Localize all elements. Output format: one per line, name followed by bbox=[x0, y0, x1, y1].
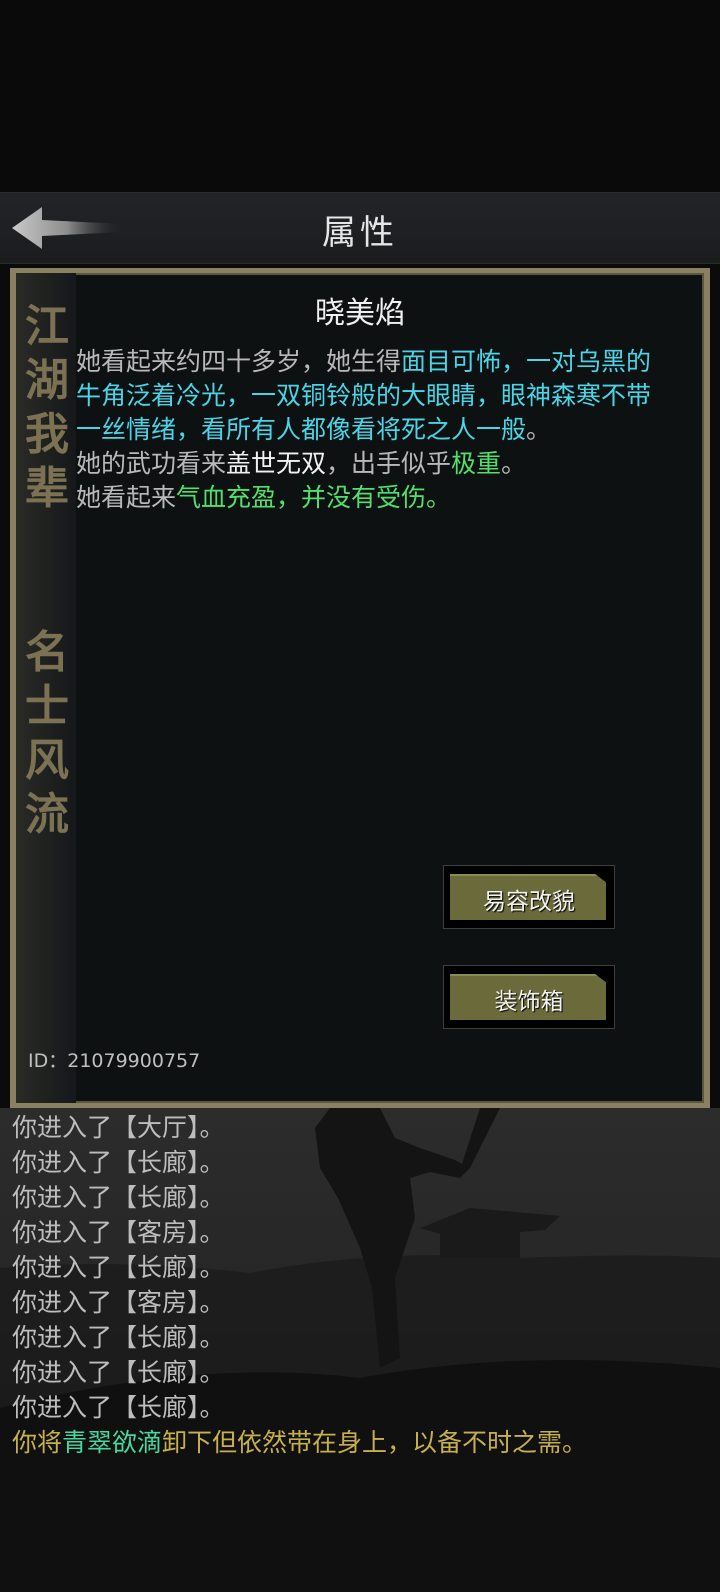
martial-text: 她的武功看来盖世无双，出手似乎极重。 bbox=[76, 449, 527, 478]
health-text: 她看起来气血充盈，并没有受伤。 bbox=[76, 483, 452, 512]
status-area bbox=[0, 0, 720, 192]
log-entry: 你进入了【长廊】。 bbox=[12, 1393, 225, 1422]
log-entry: 你进入了【客房】。 bbox=[12, 1288, 225, 1317]
log-entry: 你进入了【客房】。 bbox=[12, 1218, 225, 1247]
appearance-text: 她看起来约四十多岁，她生得面目可怖，一对乌黑的牛角泛着冷光，一双铜铃般的大眼睛，… bbox=[76, 347, 652, 444]
character-description: 她看起来约四十多岁，她生得面目可怖，一对乌黑的牛角泛着冷光，一双铜铃般的大眼睛，… bbox=[76, 345, 666, 515]
calligraphy-bottom-text: 名士风流 bbox=[25, 627, 69, 840]
log-entry: 你进入了【长廊】。 bbox=[12, 1323, 225, 1352]
log-entry: 你进入了【大厅】。 bbox=[12, 1113, 225, 1142]
top-bar: 属性 bbox=[0, 192, 720, 264]
calligraphy-bottom: 名士风流 bbox=[20, 626, 74, 842]
page-title: 属性 bbox=[322, 213, 398, 253]
decoration-box-button-label: 装饰箱 bbox=[494, 989, 564, 1015]
log-entry-unequip: 你将青翠欲滴卸下但依然带在身上，以备不时之需。 bbox=[12, 1428, 588, 1457]
log-entry: 你进入了【长廊】。 bbox=[12, 1253, 225, 1282]
log-entry: 你进入了【长廊】。 bbox=[12, 1358, 225, 1387]
calligraphy-top: 江湖我辈 bbox=[20, 300, 74, 516]
character-name: 晓美焰 bbox=[315, 296, 405, 331]
log-entry: 你进入了【长廊】。 bbox=[12, 1183, 225, 1212]
calligraphy-top-text: 江湖我辈 bbox=[25, 301, 69, 514]
player-id: ID：21079900757 bbox=[28, 1050, 201, 1072]
disguise-button-label: 易容改貌 bbox=[483, 889, 575, 915]
log-entry: 你进入了【长廊】。 bbox=[12, 1148, 225, 1177]
message-log[interactable]: 你进入了【大厅】。 你进入了【长廊】。 你进入了【长廊】。 你进入了【客房】。 你进入了… bbox=[0, 1108, 720, 1592]
decoration-box-button[interactable]: 装饰箱 bbox=[443, 965, 615, 1029]
disguise-button[interactable]: 易容改貌 bbox=[443, 865, 615, 929]
